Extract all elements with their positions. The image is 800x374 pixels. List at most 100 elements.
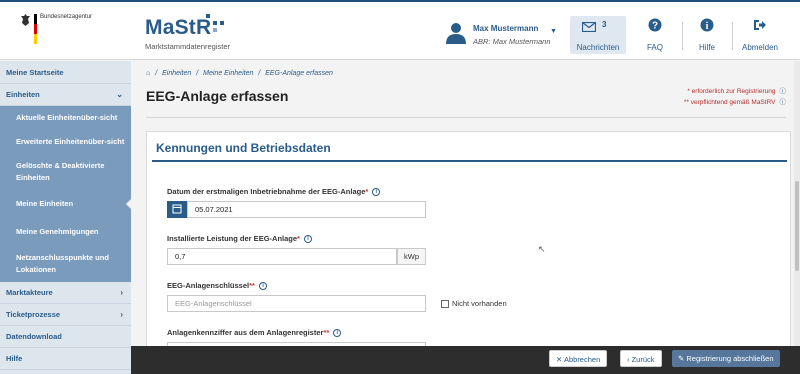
close-icon: ✕ xyxy=(556,355,563,364)
header-divider xyxy=(732,22,733,50)
help-button[interactable]: i Hilfe xyxy=(688,16,726,54)
logo-subtitle: Marktstammdatenregister xyxy=(145,42,231,51)
mandatory-marker: ** xyxy=(323,328,330,337)
panel-underline xyxy=(152,160,787,162)
required-legend: * erforderlich zur Registrierung xyxy=(687,88,776,95)
panel-title: Kennungen und Betriebsdaten xyxy=(156,141,331,155)
header-divider xyxy=(682,22,683,50)
user-name: Max Mustermann xyxy=(473,24,539,33)
breadcrumb-item: EEG-Anlage erfassen xyxy=(265,70,333,77)
page-title: EEG-Anlage erfassen xyxy=(146,88,289,104)
sidebar-item-label: Meine Startseite xyxy=(6,68,64,77)
sidebar-item-download[interactable]: Datendownload xyxy=(0,326,131,348)
question-circle-icon: ? xyxy=(648,18,662,32)
cancel-button[interactable]: ✕ Abbrechen xyxy=(549,350,608,367)
envelope-icon xyxy=(582,22,596,32)
logout-icon xyxy=(754,20,766,30)
chevron-right-icon: › xyxy=(120,309,123,319)
info-icon[interactable]: i xyxy=(303,235,312,244)
sidebar-item-market-actors[interactable]: Marktakteure › xyxy=(0,282,131,304)
power-label-text: Installierte Leistung der EEG-Anlage xyxy=(167,234,298,243)
date-label-text: Datum der erstmaligen Inbetriebnahme der… xyxy=(167,187,366,196)
sidebar-item-current-units[interactable]: Aktuelle Einheitenüber-sicht xyxy=(0,106,131,130)
form-panel: Kennungen und Betriebsdaten Datum der er… xyxy=(146,131,791,374)
scrollbar-thumb[interactable] xyxy=(795,181,799,271)
app-header: Bundesnetzagentur MaStR Marktstammdatenr… xyxy=(0,2,800,60)
edit-icon: ✎ xyxy=(678,354,685,363)
sidebar-item-grid-points[interactable]: Netzanschlusspunkte und Lokationen xyxy=(0,246,131,282)
register-label: Anlagenkennziffer aus dem Anlagenregiste… xyxy=(167,328,342,338)
faq-button[interactable]: ? FAQ xyxy=(636,16,674,54)
units-submenu: Aktuelle Einheitenüber-sicht Erweiterte … xyxy=(0,106,131,282)
breadcrumb-item[interactable]: Einheiten xyxy=(162,70,191,77)
svg-text:i: i xyxy=(706,21,709,32)
register-label-text: Anlagenkennziffer aus dem Anlagenregiste… xyxy=(167,328,324,337)
sidebar-item-tickets[interactable]: Ticketprozesse › xyxy=(0,304,131,326)
logout-label: Abmelden xyxy=(741,43,779,52)
finish-label: Registrierung abschließen xyxy=(686,354,774,363)
action-bar: ✕ Abbrechen ‹ Zurück ✎ Registrierung abs… xyxy=(131,346,800,374)
info-circle-icon: i xyxy=(700,18,714,32)
date-input[interactable]: 05.07.2021 xyxy=(187,201,426,218)
sidebar-item-units[interactable]: Einheiten ⌄ xyxy=(0,84,131,106)
breadcrumb-item[interactable]: Meine Einheiten xyxy=(203,70,253,77)
key-not-available-checkbox[interactable]: Nicht vorhanden xyxy=(441,299,507,309)
back-button[interactable]: ‹ Zurück xyxy=(620,350,662,367)
cancel-label: Abbrechen xyxy=(563,355,601,364)
required-marker: * xyxy=(365,187,369,196)
info-icon[interactable]: i xyxy=(372,188,381,197)
date-label: Datum der erstmaligen Inbetriebnahme der… xyxy=(167,187,381,197)
svg-text:?: ? xyxy=(652,21,658,32)
sidebar-item-extended-units[interactable]: Erweiterte Einheitenüber-sicht xyxy=(0,130,131,154)
breadcrumb: ⌂ / Einheiten / Meine Einheiten / EEG-An… xyxy=(146,70,336,77)
finish-registration-button[interactable]: ✎ Registrierung abschließen xyxy=(672,350,780,367)
divider xyxy=(146,117,786,118)
calendar-button[interactable] xyxy=(167,201,187,218)
breadcrumb-separator: / xyxy=(258,70,261,77)
sidebar-item-label: Ticketprozesse xyxy=(6,310,61,319)
calendar-icon xyxy=(172,204,182,214)
chevron-left-icon: ‹ xyxy=(627,355,630,364)
power-unit: kWp xyxy=(397,248,426,265)
home-icon[interactable]: ⌂ xyxy=(146,70,150,77)
sidebar: Meine Startseite Einheiten ⌄ Aktuelle Ei… xyxy=(0,61,131,374)
mouse-cursor-icon: ↖ xyxy=(538,244,546,254)
power-label: Installierte Leistung der EEG-Anlage* i xyxy=(167,234,312,244)
help-label: Hilfe xyxy=(698,43,715,52)
messages-label: Nachrichten xyxy=(576,43,620,52)
back-label: Zurück xyxy=(631,355,655,364)
sidebar-item-home[interactable]: Meine Startseite xyxy=(0,61,131,84)
breadcrumb-separator: / xyxy=(155,70,158,77)
sidebar-item-my-permits[interactable]: Meine Genehmigungen xyxy=(0,218,131,246)
checkbox-box[interactable] xyxy=(441,300,449,309)
sidebar-item-label: Einheiten xyxy=(6,90,40,99)
ministry-name: Bundesnetzagentur xyxy=(40,14,93,20)
info-icon[interactable]: ⓘ xyxy=(780,99,787,106)
scrollbar[interactable] xyxy=(794,61,800,346)
logo-dots-icon xyxy=(206,14,226,34)
sidebar-item-label: Datendownload xyxy=(6,332,62,341)
sidebar-item-label: Hilfe xyxy=(6,354,23,363)
caret-down-icon: ▼ xyxy=(550,28,557,35)
key-input[interactable]: EEG-Anlagenschlüssel xyxy=(167,295,426,312)
user-menu[interactable]: Max Mustermann ABR: Max Mustermann ▼ xyxy=(446,22,557,48)
sidebar-item-help[interactable]: Hilfe xyxy=(0,348,131,370)
info-icon[interactable]: i xyxy=(258,282,267,291)
requirements-legend: * erforderlich zur Registrierung ⓘ ** ver… xyxy=(684,86,786,108)
power-input[interactable]: 0,7 xyxy=(167,248,397,265)
german-flag xyxy=(34,14,37,44)
mastr-logo[interactable]: MaStR xyxy=(145,16,211,40)
mandatory-legend: ** verpflichtend gemäß MaStRV xyxy=(683,99,776,106)
chevron-down-icon: ⌄ xyxy=(116,89,123,99)
messages-button[interactable]: 3 Nachrichten xyxy=(570,16,626,54)
info-icon[interactable]: ⓘ xyxy=(780,88,787,95)
checkbox-label: Nicht vorhanden xyxy=(452,299,507,308)
eagle-icon xyxy=(21,14,30,26)
faq-label: FAQ xyxy=(646,43,663,52)
key-label-text: EEG-Anlagenschlüssel xyxy=(167,281,250,290)
info-icon[interactable]: i xyxy=(333,329,342,338)
sidebar-item-deleted-units[interactable]: Gelöschte & Deaktivierte Einheiten xyxy=(0,154,131,190)
sidebar-item-my-units[interactable]: Meine Einheiten xyxy=(0,190,131,218)
chevron-right-icon: › xyxy=(120,287,123,297)
logout-button[interactable]: Abmelden xyxy=(738,16,782,54)
